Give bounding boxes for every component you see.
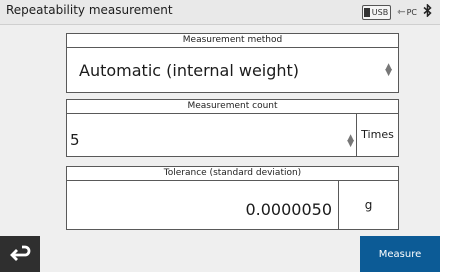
measurement-method-value: Automatic (internal weight): [79, 61, 300, 80]
tolerance-unit: g: [338, 180, 398, 229]
back-button[interactable]: [0, 236, 40, 272]
measure-button[interactable]: Measure: [360, 236, 440, 272]
measurement-method-field[interactable]: Measurement method Automatic (internal w…: [66, 33, 399, 93]
measurement-count-unit: Times: [356, 113, 398, 156]
dropdown-spinner-icon[interactable]: ▲ ▼: [385, 63, 392, 78]
tolerance-value: 0.0000050: [245, 200, 332, 219]
tolerance-field[interactable]: Tolerance (standard deviation) 0.0000050…: [66, 166, 399, 230]
usb-status-icon: USB: [361, 4, 392, 20]
measurement-count-value: 5: [70, 131, 80, 149]
return-arrow-icon: [10, 245, 31, 261]
measurement-method-label: Measurement method: [67, 34, 398, 48]
count-spinner-icon[interactable]: ▲ ▼: [347, 134, 354, 149]
status-area: USB ⇽ PC: [361, 2, 432, 21]
bluetooth-icon: [423, 2, 432, 21]
title-bar: Repeatability measurement USB ⇽ PC: [0, 0, 440, 25]
screen: Repeatability measurement USB ⇽ PC Measur…: [0, 0, 440, 272]
measurement-count-field[interactable]: Measurement count 5 ▲ ▼ Times: [66, 99, 399, 157]
usb-label: USB: [371, 7, 389, 17]
tolerance-label: Tolerance (standard deviation): [67, 167, 398, 181]
bottom-bar: Measure: [0, 236, 440, 272]
window-title: Repeatability measurement: [6, 3, 173, 17]
pc-connection-icon: ⇽ PC: [397, 6, 417, 18]
measurement-count-label: Measurement count: [67, 100, 398, 114]
pc-label: PC: [406, 7, 417, 17]
